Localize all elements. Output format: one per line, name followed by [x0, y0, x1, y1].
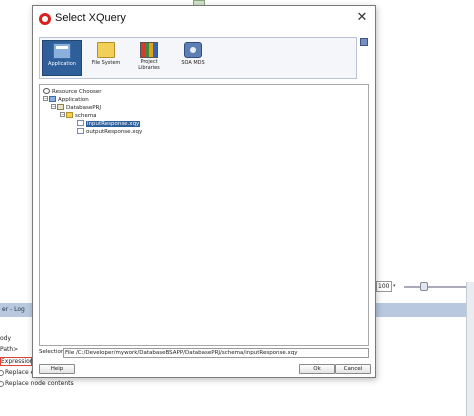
location-toolbar: Application File System Project Librarie…	[39, 37, 357, 79]
folder-icon	[97, 42, 115, 58]
zoom-dropdown-icon[interactable]: ▾	[393, 283, 396, 289]
replace-radio-1[interactable]	[0, 370, 4, 376]
close-icon[interactable]: ✕	[355, 11, 369, 25]
tree-item-label: schema	[75, 113, 97, 119]
zoom-control: 100 ▾	[376, 281, 474, 293]
log-panel-header	[376, 303, 474, 317]
tree-item-label: DatabasePRJ	[66, 105, 102, 111]
toolbar-file-system-label: File System	[91, 60, 121, 66]
libraries-icon	[140, 42, 158, 58]
toolbar-project-libraries-button[interactable]: Project Libraries	[129, 40, 169, 76]
selection-row: Selection: File /C:/Developer/mywork/Dat…	[39, 348, 369, 358]
background-xpath-label: Path>	[0, 346, 19, 353]
toolbar-options-icon[interactable]	[360, 38, 368, 46]
selection-field[interactable]: File /C:/Developer/mywork/DatabaseBSAPP/…	[63, 348, 369, 358]
zoom-slider-handle[interactable]	[420, 282, 428, 291]
tree-item-inputresponse[interactable]: inputResponse.xqy	[77, 119, 141, 128]
select-xquery-dialog: Select XQuery ✕ Application File System …	[32, 5, 376, 378]
tree-item-application[interactable]: − Application	[43, 95, 89, 104]
application-icon	[49, 95, 56, 102]
replace-option-label-2: Replace node contents	[5, 380, 74, 387]
background-body-label: ody	[0, 335, 12, 342]
xquery-file-icon	[77, 127, 84, 134]
toolbar-soa-mds-button[interactable]: SOA MDS	[173, 40, 213, 76]
project-icon	[57, 103, 64, 110]
soa-mds-icon	[184, 42, 202, 58]
collapse-icon[interactable]: −	[60, 112, 65, 117]
log-panel-tab[interactable]: er - Log	[0, 303, 34, 317]
application-icon	[53, 43, 71, 59]
toolbar-application-button[interactable]: Application	[42, 40, 82, 76]
ok-button[interactable]: Ok	[299, 364, 335, 374]
tree-item-outputresponse[interactable]: outputResponse.xqy	[77, 127, 143, 136]
background-scrollbar[interactable]	[466, 282, 474, 416]
resource-chooser-tree[interactable]: Resource Chooser − Application − DatabaseP…	[39, 84, 369, 346]
dialog-titlebar[interactable]: Select XQuery ✕	[33, 6, 375, 32]
toolbar-application-label: Application	[48, 61, 76, 67]
tree-item-label: inputResponse.xqy	[86, 121, 141, 127]
cancel-button[interactable]: Cancel	[335, 364, 371, 374]
help-button[interactable]: Help	[39, 364, 75, 374]
expression-field[interactable]: Expression	[0, 357, 34, 366]
toolbar-project-label-line2: Libraries	[138, 65, 160, 71]
tree-item-label: Application	[58, 97, 89, 103]
oracle-logo-icon	[39, 13, 51, 25]
xquery-file-icon	[77, 119, 84, 126]
tree-root-label: Resource Chooser	[52, 89, 102, 95]
toolbar-file-system-button[interactable]: File System	[86, 40, 126, 76]
zoom-slider-track[interactable]	[404, 286, 466, 288]
collapse-icon[interactable]: −	[43, 96, 48, 101]
tree-item-databaseprj[interactable]: − DatabasePRJ	[51, 103, 102, 112]
replace-radio-2[interactable]	[0, 381, 4, 387]
search-icon	[43, 87, 50, 94]
collapse-icon[interactable]: −	[51, 104, 56, 109]
zoom-input[interactable]: 100	[376, 281, 392, 292]
folder-icon	[66, 111, 73, 118]
dialog-title: Select XQuery	[55, 12, 126, 24]
toolbar-soa-mds-label: SOA MDS	[181, 60, 205, 66]
tree-item-label: outputResponse.xqy	[86, 129, 143, 135]
